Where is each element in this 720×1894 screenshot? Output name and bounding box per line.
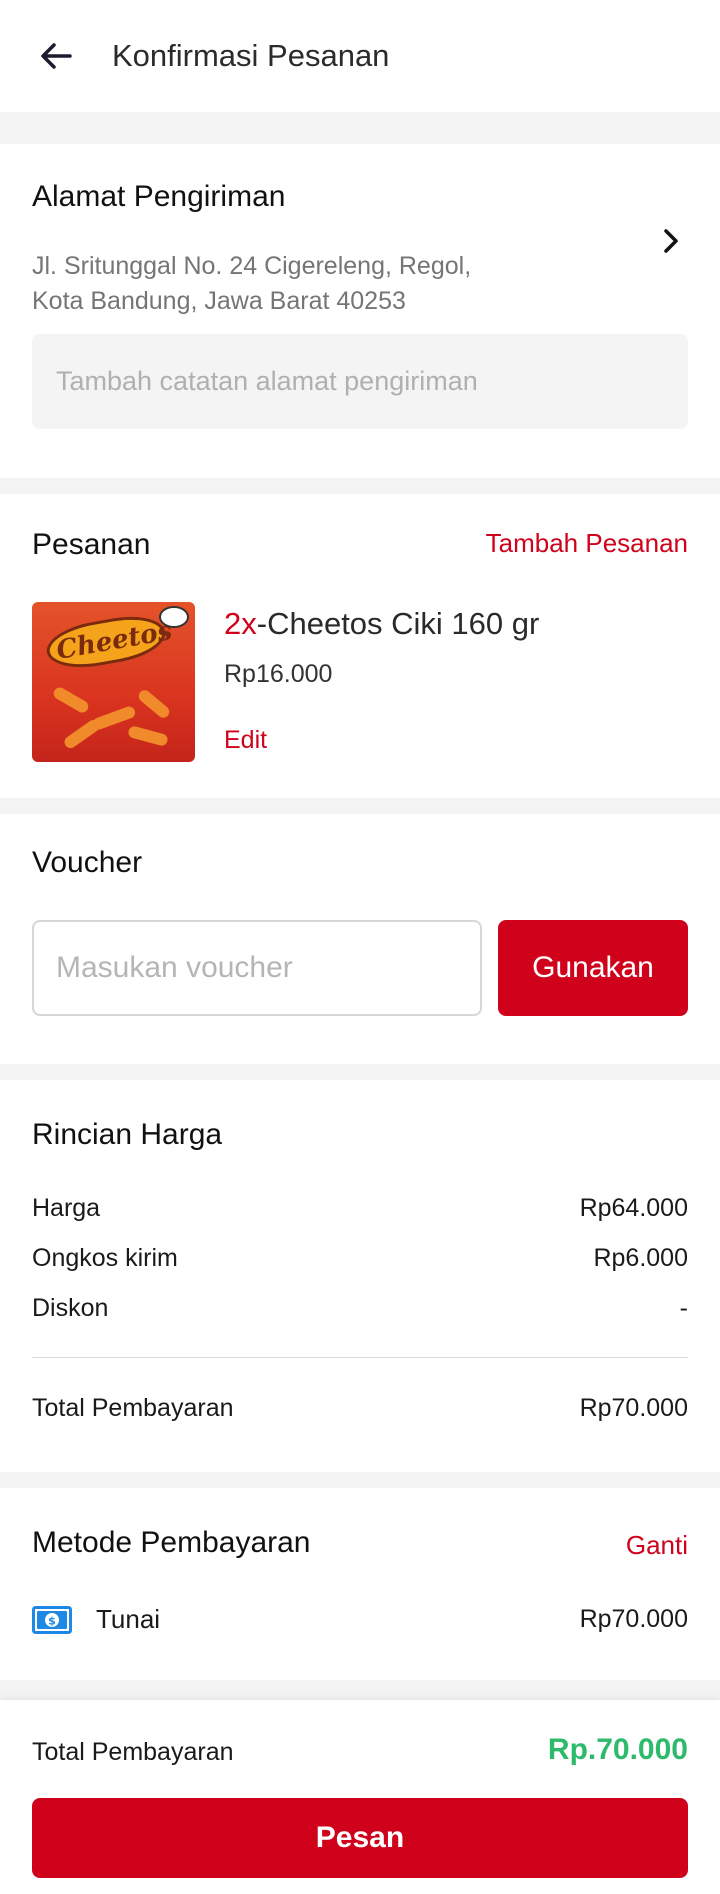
add-order-link[interactable]: Tambah Pesanan [486,526,688,560]
voucher-title: Voucher [32,846,143,879]
price-divider [32,1357,688,1358]
order-item-name: Cheetos Ciki 160 gr [267,606,540,641]
price-details-section: Rincian Harga Harga Rp64.000 Ongkos kiri… [0,1080,720,1472]
payment-method-title: Metode Pembayaran [32,1526,311,1559]
payment-method-name: Tunai [96,1604,161,1634]
place-order-button[interactable]: Pesan [32,1798,688,1878]
total-payment-value: Rp70.000 [579,1394,688,1422]
product-image: Cheetos [32,602,195,762]
total-payment-row: Total Pembayaran Rp70.000 [32,1392,688,1424]
address-line-2: Kota Bandung, Jawa Barat 40253 [32,287,406,315]
address-line-1: Jl. Sritunggal No. 24 Cigereleng, Regol, [32,252,472,280]
shipping-address-text[interactable]: Jl. Sritunggal No. 24 Cigereleng, Regol,… [32,249,552,319]
edit-order-link[interactable]: Edit [224,724,267,756]
chevron-right-icon[interactable] [658,228,684,254]
discount-label: Diskon [32,1294,109,1322]
discount-row: Diskon - [32,1292,688,1324]
app-bar: Konfirmasi Pesanan [0,0,720,112]
shipping-fee-value: Rp6.000 [593,1244,688,1272]
address-note-input[interactable] [32,334,688,429]
price-details-title: Rincian Harga [32,1118,223,1151]
order-item-price: Rp16.000 [224,660,333,688]
shipping-fee-row: Ongkos kirim Rp6.000 [32,1242,688,1274]
total-payment-label: Total Pembayaran [32,1394,234,1422]
page-title: Konfirmasi Pesanan [112,38,390,73]
order-item-qty: 2x [224,606,257,641]
payment-method-amount: Rp70.000 [579,1605,688,1633]
arrow-left-icon [41,43,72,69]
voucher-section: Voucher Gunakan [0,814,720,1064]
shipping-address-title: Alamat Pengiriman [32,180,286,213]
price-row: Harga Rp64.000 [32,1192,688,1224]
back-button[interactable] [36,36,76,76]
shipping-address-section: Alamat Pengiriman Jl. Sritunggal No. 24 … [0,144,720,478]
cash-icon: $ [32,1606,72,1634]
voucher-input[interactable] [32,920,482,1016]
change-payment-link[interactable]: Ganti [626,1528,688,1562]
price-row-value: Rp64.000 [579,1194,688,1222]
apply-voucher-button[interactable]: Gunakan [498,920,688,1016]
checkout-bar: Total Pembayaran Rp.70.000 Pesan [0,1700,720,1894]
order-title: Pesanan [32,528,151,561]
shipping-fee-label: Ongkos kirim [32,1244,178,1272]
order-item-title: 2x-Cheetos Ciki 160 gr [224,604,539,644]
discount-value: - [679,1294,688,1322]
order-section: Pesanan Tambah Pesanan Cheetos 2x-Cheeto… [0,494,720,798]
payment-method-section: Metode Pembayaran Ganti $ Tunai Rp70.000 [0,1488,720,1680]
checkout-total-amount: Rp.70.000 [547,1733,688,1766]
price-row-label: Harga [32,1194,101,1222]
order-item-separator: - [256,606,268,641]
checkout-total-label: Total Pembayaran [32,1738,234,1766]
svg-text:$: $ [48,1615,56,1628]
